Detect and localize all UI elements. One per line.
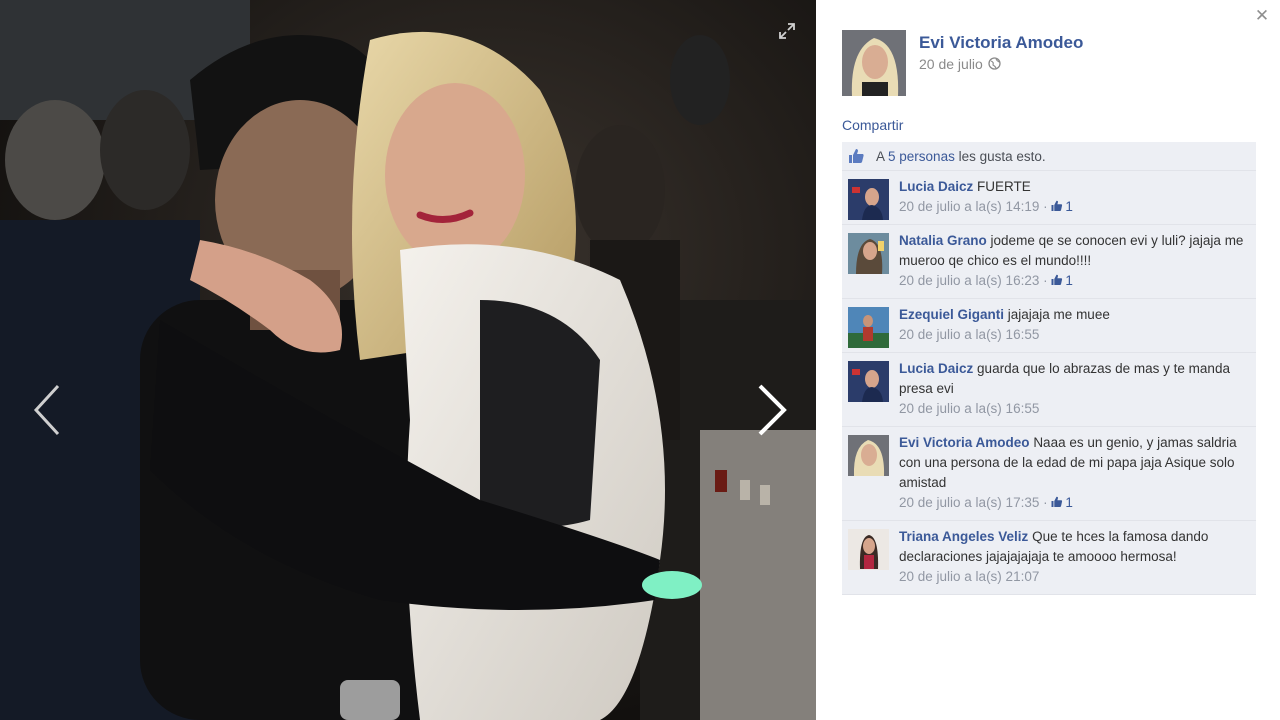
avatar[interactable]	[848, 361, 889, 402]
comment-text: Ezequiel Giganti jajajaja me muee	[899, 305, 1248, 325]
comment-time[interactable]: 20 de julio a la(s) 17:35	[899, 495, 1039, 510]
avatar[interactable]	[848, 529, 889, 570]
like-thumb-icon	[1051, 200, 1063, 211]
comment-text: Lucia Daicz FUERTE	[899, 177, 1248, 197]
likes-summary: A 5 personas les gusta esto.	[842, 142, 1256, 171]
post-date[interactable]: 20 de julio	[919, 56, 983, 72]
chevron-left-icon[interactable]	[28, 380, 68, 440]
comment-author[interactable]: Ezequiel Giganti	[899, 307, 1004, 322]
avatar[interactable]	[848, 233, 889, 274]
photo	[0, 0, 816, 720]
comment-like-count[interactable]: 1	[1051, 273, 1073, 288]
comment-meta: 20 de julio a la(s) 16:55	[899, 325, 1248, 345]
comment-meta: 20 de julio a la(s) 21:07	[899, 567, 1248, 587]
owner-name[interactable]: Evi Victoria Amodeo	[919, 33, 1083, 53]
comment-meta: 20 de julio a la(s) 16:23 · 1	[899, 273, 1073, 288]
photo-viewer[interactable]	[0, 0, 816, 720]
chevron-right-icon[interactable]	[752, 380, 792, 440]
like-thumb-icon[interactable]	[848, 148, 865, 164]
close-icon[interactable]: ✕	[1254, 7, 1270, 24]
comment-text: Evi Victoria Amodeo Naaa es un genio, y …	[899, 433, 1248, 493]
likes-prefix: A	[876, 149, 885, 164]
comment-time[interactable]: 20 de julio a la(s) 21:07	[899, 569, 1039, 584]
comment: Natalia Grano jodeme qe se conocen evi y…	[842, 225, 1256, 299]
comment-author[interactable]: Evi Victoria Amodeo	[899, 435, 1030, 450]
comment-like-count[interactable]: 1	[1051, 495, 1073, 510]
comment: Lucia Daicz guarda que lo abrazas de mas…	[842, 353, 1256, 427]
comment-time[interactable]: 20 de julio a la(s) 16:55	[899, 401, 1039, 416]
comment: Ezequiel Giganti jajajaja me muee 20 de …	[842, 299, 1256, 353]
post-meta: 20 de julio	[919, 56, 1001, 72]
owner-avatar[interactable]	[842, 30, 906, 96]
likes-suffix: les gusta esto.	[958, 149, 1046, 164]
avatar[interactable]	[848, 307, 889, 348]
comment-body: FUERTE	[977, 179, 1031, 194]
comment: Evi Victoria Amodeo Naaa es un genio, y …	[842, 427, 1256, 521]
avatar[interactable]	[848, 179, 889, 220]
comment: Lucia Daicz FUERTE 20 de julio a la(s) 1…	[842, 171, 1256, 225]
share-link[interactable]: Compartir	[842, 117, 903, 133]
comment-text: Natalia Grano jodeme qe se conocen evi y…	[899, 231, 1248, 271]
comment-meta: 20 de julio a la(s) 16:55	[899, 399, 1248, 419]
comment-time[interactable]: 20 de julio a la(s) 16:23	[899, 273, 1039, 288]
comment-author[interactable]: Natalia Grano	[899, 233, 987, 248]
like-thumb-icon	[1051, 274, 1063, 285]
comments-feed: A 5 personas les gusta esto. Lucia Daicz…	[842, 142, 1256, 595]
comment-author[interactable]: Triana Angeles Veliz	[899, 529, 1028, 544]
comment-time[interactable]: 20 de julio a la(s) 14:19	[899, 199, 1039, 214]
like-thumb-icon	[1051, 496, 1063, 507]
likes-people-link[interactable]: 5 personas	[888, 149, 955, 164]
post-details-panel: ✕ Evi Victoria Amodeo 20 de julio Compar…	[816, 0, 1280, 720]
comment: Triana Angeles Veliz Que te hces la famo…	[842, 521, 1256, 595]
comment-text: Triana Angeles Veliz Que te hces la famo…	[899, 527, 1248, 567]
avatar[interactable]	[848, 435, 889, 476]
comment-author[interactable]: Lucia Daicz	[899, 179, 973, 194]
comment-meta: 20 de julio a la(s) 14:19 · 1	[899, 199, 1073, 214]
comment-like-count[interactable]: 1	[1051, 199, 1073, 214]
comment-text: Lucia Daicz guarda que lo abrazas de mas…	[899, 359, 1248, 399]
expand-icon[interactable]	[778, 22, 796, 40]
comment-meta: 20 de julio a la(s) 17:35 · 1	[899, 495, 1073, 510]
comment-time[interactable]: 20 de julio a la(s) 16:55	[899, 327, 1039, 342]
globe-icon[interactable]	[988, 57, 1001, 70]
comment-author[interactable]: Lucia Daicz	[899, 361, 973, 376]
comment-body: jajajaja me muee	[1007, 307, 1110, 322]
